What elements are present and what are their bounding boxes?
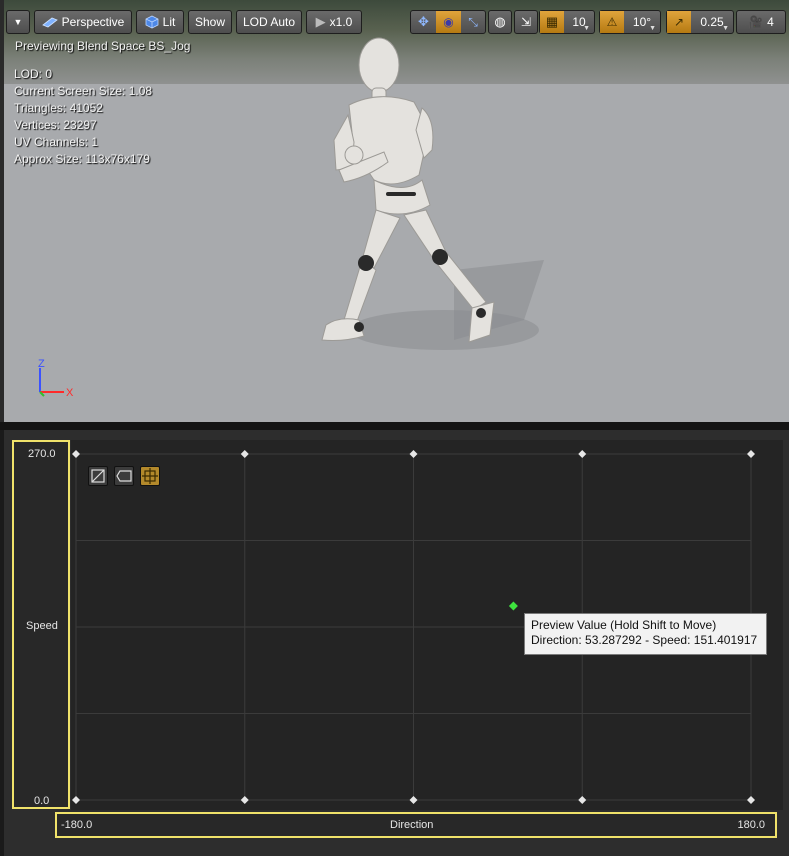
translate-button[interactable]: ✥ xyxy=(411,11,436,33)
show-triangulation-icon xyxy=(91,469,105,483)
stretch-to-fit-icon xyxy=(142,468,158,484)
speed-axis-label: Speed xyxy=(26,620,58,632)
rotate-icon: ◉ xyxy=(443,15,454,29)
viewport-options-button[interactable]: ▼ xyxy=(6,10,30,34)
direction-axis-max: 180.0 xyxy=(737,819,765,831)
tooltip-values: Direction: 53.287292 - Speed: 151.401917 xyxy=(531,633,758,647)
rotation-snap-toggle[interactable]: ⚠ xyxy=(600,11,624,33)
sample-point[interactable] xyxy=(409,450,418,458)
tooltip-title: Preview Value (Hold Shift to Move) xyxy=(531,618,717,632)
stretch-to-fit-button[interactable] xyxy=(140,466,160,486)
stat-lod: LOD: 0 xyxy=(14,67,53,81)
preview-viewport[interactable]: ▼ Perspective Lit Show LOD Auto ▶ x1.0 ✥… xyxy=(4,0,789,422)
scale-snap-toggle[interactable]: ↗ xyxy=(667,11,691,33)
sample-point[interactable] xyxy=(240,450,249,458)
panel-divider[interactable] xyxy=(0,422,789,430)
mannequin-character xyxy=(321,37,544,350)
scale-snap-icon: ↗ xyxy=(673,15,685,29)
axis-gizmo-icon: Z X xyxy=(38,358,74,399)
transform-tools: ✥ ◉ ⤡ xyxy=(410,10,486,34)
sample-point[interactable] xyxy=(578,796,587,804)
stat-screen-size: Current Screen Size: 1.08 xyxy=(14,84,153,98)
grid-snap-group: ▦ 10 ▼ xyxy=(539,10,595,34)
camera-speed-button[interactable]: 🎥 4 xyxy=(736,10,786,34)
direction-axis-label: Direction xyxy=(390,819,434,831)
lit-label: Lit xyxy=(162,15,176,29)
world-local-button[interactable]: ◍ xyxy=(488,10,512,34)
lod-label: LOD Auto xyxy=(242,15,296,29)
gizmo-z-label: Z xyxy=(38,358,45,370)
perspective-icon xyxy=(41,17,58,28)
sample-point[interactable] xyxy=(72,450,80,458)
sample-point[interactable] xyxy=(578,450,587,458)
chevron-down-icon: ▼ xyxy=(13,17,23,27)
world-icon: ◍ xyxy=(494,14,506,29)
grid-icon: ▦ xyxy=(545,14,559,29)
surface-snap-button[interactable]: ⇲ xyxy=(514,10,538,34)
translate-icon: ✥ xyxy=(418,14,429,29)
label-tag-icon xyxy=(116,470,132,482)
sample-point[interactable] xyxy=(72,796,80,804)
show-button[interactable]: Show xyxy=(188,10,232,34)
stat-uv-channels: UV Channels: 1 xyxy=(14,135,99,149)
speed-axis-min: 0.0 xyxy=(34,795,50,807)
surface-snap-icon: ⇲ xyxy=(520,15,532,29)
rotation-snap-group: ⚠ 10° ▼ xyxy=(599,10,661,34)
sample-point[interactable] xyxy=(409,796,418,804)
direction-axis-min: -180.0 xyxy=(61,819,93,831)
scale-snap-group: ↗ 0.25 ▼ xyxy=(666,10,734,34)
grid-size-dropdown[interactable]: 10 ▼ xyxy=(564,11,594,33)
play-icon: ▶ xyxy=(315,14,326,29)
stat-approx-size: Approx Size: 113x76x179 xyxy=(14,152,150,166)
scale-snap-value: 0.25 xyxy=(700,15,724,29)
rotation-snap-icon: ⚠ xyxy=(606,15,618,29)
scale-snap-dropdown[interactable]: 0.25 ▼ xyxy=(691,11,733,33)
playback-speed-label: x1.0 xyxy=(329,15,353,29)
speed-axis-max: 270.0 xyxy=(28,448,56,460)
scale-button[interactable]: ⤡ xyxy=(461,11,485,33)
playback-speed-button[interactable]: ▶ x1.0 xyxy=(306,10,362,34)
rotation-snap-dropdown[interactable]: 10° ▼ xyxy=(624,11,660,33)
lod-button[interactable]: LOD Auto xyxy=(236,10,302,34)
stat-vertices: Vertices: 23297 xyxy=(14,118,97,132)
scale-icon: ⤡ xyxy=(468,14,478,29)
camera-speed-icon: 🎥 xyxy=(748,15,764,29)
show-label: Show xyxy=(194,15,226,29)
camera-speed-value: 4 xyxy=(767,15,774,29)
lit-button[interactable]: Lit xyxy=(136,10,184,34)
preview-point[interactable] xyxy=(508,601,518,611)
show-animation-names-button[interactable] xyxy=(114,466,134,486)
rotate-button[interactable]: ◉ xyxy=(436,11,461,33)
show-triangulation-button[interactable] xyxy=(88,466,108,486)
perspective-button[interactable]: Perspective xyxy=(34,10,132,34)
perspective-label: Perspective xyxy=(61,15,125,29)
preview-label: Previewing Blend Space BS_Jog xyxy=(15,39,191,53)
preview-value-tooltip: Preview Value (Hold Shift to Move) Direc… xyxy=(524,613,767,655)
stat-triangles: Triangles: 41052 xyxy=(14,101,103,115)
viewport-border xyxy=(0,0,4,422)
sample-point[interactable] xyxy=(747,450,755,458)
sample-point[interactable] xyxy=(747,796,755,804)
direction-axis-box[interactable]: -180.0 Direction 180.0 xyxy=(55,812,777,838)
mesh-stats: LOD: 0 Current Screen Size: 1.08 Triangl… xyxy=(14,66,152,168)
lit-icon xyxy=(145,15,159,29)
sample-point[interactable] xyxy=(240,796,249,804)
grid-snap-toggle[interactable]: ▦ xyxy=(540,11,564,33)
speed-axis-box[interactable]: 270.0 Speed 0.0 xyxy=(12,440,70,809)
gizmo-x-label: X xyxy=(66,387,74,399)
